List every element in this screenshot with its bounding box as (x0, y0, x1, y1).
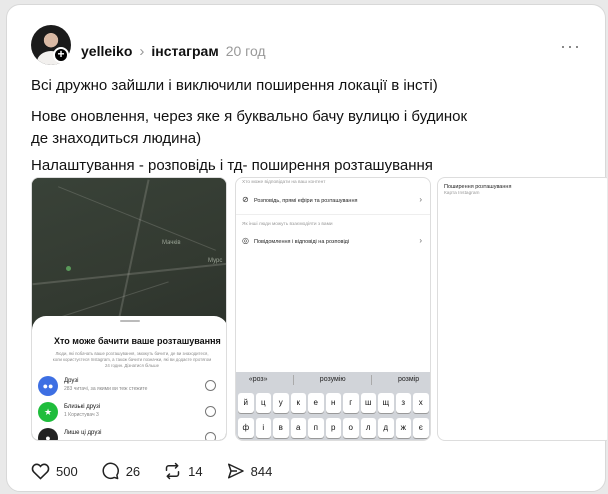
attached-image-map[interactable]: Мачків Мурс Хто може бачити ваше розташу… (31, 177, 227, 441)
key[interactable]: е (308, 393, 324, 413)
option-title: Друзі (64, 378, 79, 384)
repost-count: 14 (188, 463, 203, 479)
key[interactable]: ф (238, 418, 254, 438)
location-sharing-title: Поширення розташування (444, 184, 512, 190)
settings-row-story-location[interactable]: ⊘ Розповідь, прямі ефіри та розташування… (242, 195, 426, 209)
messenger-icon: ◎ (242, 236, 249, 245)
option-title: Близькі друзі (64, 404, 101, 410)
radio-button[interactable] (205, 406, 216, 417)
repost-button[interactable]: 14 (163, 462, 203, 480)
option-subtitle: 1 Користувач 3 (64, 412, 99, 418)
username-link[interactable]: yelleiko (81, 43, 132, 59)
star-icon: ★ (38, 402, 58, 422)
post-text-line: Всі дружно зайшли і виключили поширення … (31, 77, 438, 94)
comment-count: 26 (125, 463, 141, 479)
settings-row-label: Повідомлення і відповіді на розповіді (254, 239, 350, 245)
chevron-right-icon: › (419, 236, 422, 245)
key[interactable]: й (238, 393, 254, 413)
radio-button[interactable] (205, 432, 216, 440)
person-icon: ● (38, 428, 58, 440)
post-timestamp[interactable]: 20 год (226, 43, 266, 59)
keyboard-row: ф і в а п р о л д ж є (238, 418, 429, 438)
key[interactable]: д (378, 418, 394, 438)
map-view: Мачків Мурс (32, 178, 226, 328)
like-button[interactable]: 500 (31, 462, 78, 480)
like-count: 500 (56, 463, 78, 479)
post-header: yelleiko › інстаграм 20 год (81, 41, 266, 61)
key[interactable]: х (413, 393, 429, 413)
option-subtitle: 283 читачі, за якими ви теж стежите (64, 386, 148, 392)
location-sharing-sheet: Хто може бачити ваше розташування ··· Лю… (32, 316, 226, 440)
option-only-these-friends[interactable]: ● Лише ці друзі (38, 426, 224, 440)
key[interactable]: в (273, 418, 289, 438)
share-count: 844 (250, 463, 273, 479)
key[interactable]: і (255, 418, 271, 438)
sheet-more-icon[interactable]: ··· (209, 334, 218, 344)
key[interactable]: щ (378, 393, 394, 413)
key[interactable]: у (273, 393, 289, 413)
sheet-description: Люди, які побачать ваше розташування, зм… (52, 351, 212, 368)
keyboard-row: й ц у к е н г ш щ з х (238, 393, 429, 413)
key[interactable]: о (343, 418, 359, 438)
comment-button[interactable]: 26 (101, 462, 140, 480)
key[interactable]: з (395, 393, 411, 413)
heart-icon (31, 463, 50, 480)
key[interactable]: ш (360, 393, 376, 413)
key[interactable]: ж (395, 418, 411, 438)
section-header: Хто може відповідати на ваш контент (242, 180, 326, 185)
location-sharing-subtitle: Карта Instagram (444, 191, 480, 196)
map-label: Мурс (208, 258, 223, 264)
attached-image-settings[interactable]: Хто може відповідати на ваш контент ⊘ Ро… (235, 177, 431, 441)
settings-row-label: Розповідь, прямі ефіри та розташування (254, 198, 358, 204)
key[interactable]: ц (255, 393, 271, 413)
post-card: + yelleiko › інстаграм 20 год ··· Всі др… (6, 4, 607, 492)
key[interactable]: л (360, 418, 376, 438)
image-carousel[interactable]: Мачків Мурс Хто може бачити ваше розташу… (31, 177, 607, 441)
comment-icon (102, 462, 119, 480)
map-label: Мачків (162, 240, 181, 246)
share-button[interactable]: 844 (226, 462, 273, 480)
option-friends[interactable]: ●● Друзі 283 читачі, за якими ви теж сте… (38, 374, 224, 398)
settings-row-messages[interactable]: ◎ Повідомлення і відповіді на розповіді … (242, 236, 426, 250)
attached-image-location-sharing[interactable]: Поширення розташування Карта Instagram (437, 177, 607, 441)
key[interactable]: п (308, 418, 324, 438)
key[interactable]: р (325, 418, 341, 438)
divider (236, 214, 430, 215)
radio-button[interactable] (205, 380, 216, 391)
key[interactable]: г (343, 393, 359, 413)
option-title: Лише ці друзі (64, 430, 102, 436)
sheet-title: Хто може бачити ваше розташування (54, 336, 221, 346)
key[interactable]: а (290, 418, 306, 438)
follow-plus-icon[interactable]: + (53, 47, 69, 63)
suggestion[interactable]: розмір (398, 376, 419, 383)
drag-handle[interactable] (120, 320, 140, 322)
post-actions: 500 26 14 844 (31, 461, 295, 481)
chevron-right-icon: › (139, 42, 145, 60)
chevron-right-icon: › (419, 195, 422, 204)
suggestion[interactable]: розумію (320, 376, 346, 383)
slash-circle-icon: ⊘ (242, 195, 249, 204)
topic-link[interactable]: інстаграм (151, 43, 218, 59)
on-screen-keyboard: «роз» розумію розмір й ц у к е н г ш щ з (236, 372, 430, 440)
key[interactable]: к (290, 393, 306, 413)
suggestion[interactable]: «роз» (249, 376, 268, 383)
section-header: Як інші люди можуть взаємодіяти з вами (242, 222, 333, 227)
post-text-line: Нове оновлення, через яке я буквально ба… (31, 108, 468, 147)
send-icon (227, 463, 244, 479)
more-options-icon[interactable]: ··· (560, 36, 581, 57)
repost-icon (165, 462, 180, 480)
people-icon: ●● (38, 376, 58, 396)
post-text-line: Налаштування - розповідь і тд- поширення… (31, 157, 433, 174)
option-close-friends[interactable]: ★ Близькі друзі 1 Користувач 3 (38, 400, 224, 424)
key[interactable]: н (325, 393, 341, 413)
key[interactable]: є (413, 418, 429, 438)
park-pin-icon (66, 266, 71, 271)
keyboard-suggestions: «роз» розумію розмір (236, 372, 430, 387)
